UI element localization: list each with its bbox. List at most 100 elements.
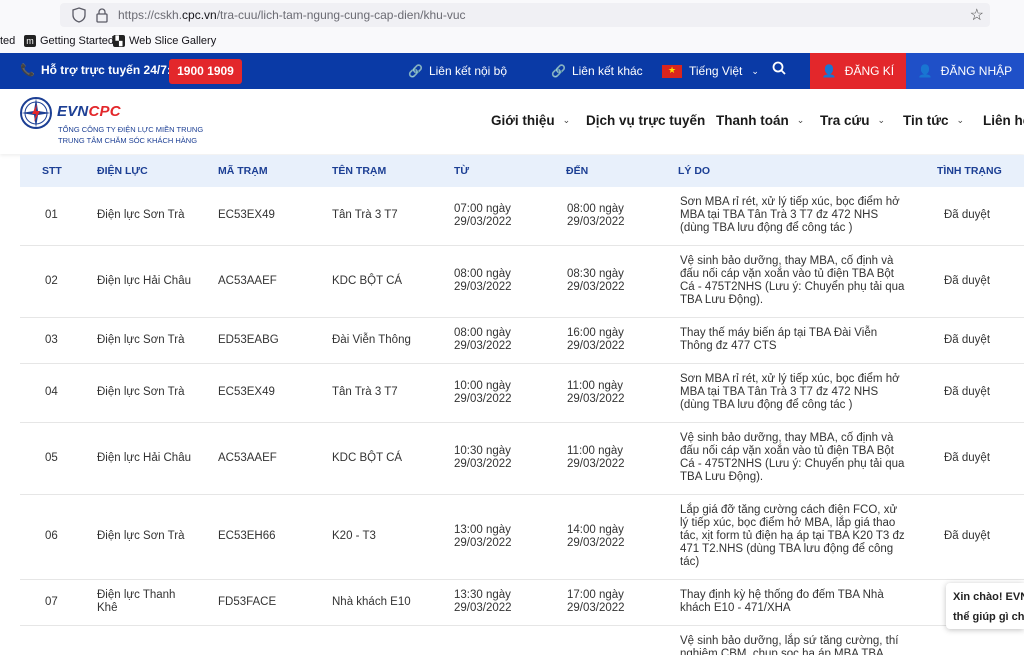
other-links[interactable]: 🔗 Liên kết khác xyxy=(551,64,643,78)
header-ma-tram: MÃ TRẠM xyxy=(218,165,268,177)
search-icon[interactable] xyxy=(772,61,786,78)
cell-ma-tram: ED53EABG xyxy=(218,334,279,346)
table-row: 07 Điện lực Thanh Khê FD53FACE Nhà khách… xyxy=(20,580,1024,626)
cell-dien-luc: Điện lực Sơn Trà xyxy=(97,209,185,221)
cell-ma-tram: AC53AAEF xyxy=(218,452,277,464)
cell-ly-do: Vệ sinh bảo dưỡng, lắp sứ tăng cường, th… xyxy=(680,635,899,655)
cell-dien-luc: Điện lực Hải Châu xyxy=(97,275,191,287)
table-row: 06 Điện lực Sơn Trà EC53EH66 K20 - T3 13… xyxy=(20,495,1024,580)
user-icon: 👤 xyxy=(917,64,933,78)
bookmarks-bar: ted m Getting Started ▚ Web Slice Gallery xyxy=(0,30,1024,53)
user-icon: 👤 xyxy=(821,64,837,78)
link-icon: 🔗 xyxy=(408,64,423,78)
cell-ly-do: Lắp giá đỡ tăng cường cách điện FCO, xử … xyxy=(680,504,905,568)
language-selector[interactable]: Tiếng Việt⌄ xyxy=(662,64,759,78)
cell-dien-luc: Điện lực Sơn Trà xyxy=(97,530,185,542)
cell-stt: 06 xyxy=(45,530,58,542)
table-row: 03 Điện lực Sơn Trà ED53EABG Đài Viễn Th… xyxy=(20,318,1024,364)
cell-tu: 08:00 ngày 29/03/2022 xyxy=(454,268,512,293)
evn-logo-icon[interactable] xyxy=(19,96,53,130)
url-field[interactable]: https://cskh.cpc.vn/tra-cuu/lich-tam-ngu… xyxy=(60,3,990,27)
cell-den: 17:00 ngày 29/03/2022 xyxy=(567,589,625,614)
cell-stt: 05 xyxy=(45,452,58,464)
cell-den: 08:00 ngày 29/03/2022 xyxy=(567,203,625,228)
web-slice-icon: ▚ xyxy=(113,35,125,47)
cell-ly-do: Thay thế máy biến áp tại TBA Đài Viễn Th… xyxy=(680,327,878,352)
cell-den: 08:30 ngày 29/03/2022 xyxy=(567,268,625,293)
header-ly-do: LÝ DO xyxy=(678,165,711,177)
vietnam-flag-icon xyxy=(662,64,682,78)
cell-tinh-trang: Đã duyệt xyxy=(944,530,991,542)
chevron-down-icon: ⌄ xyxy=(956,115,965,125)
bookmark-getting-started[interactable]: m Getting Started xyxy=(24,35,114,47)
cell-dien-luc: Điện lực Sơn Trà xyxy=(97,334,185,346)
cell-tu: 10:00 ngày 29/03/2022 xyxy=(454,380,512,405)
header-tinh-trang: TÌNH TRẠNG xyxy=(937,165,1002,177)
chat-greeting-line1: Xin chào! EVN xyxy=(953,591,1024,603)
chat-greeting-line2: thể giúp gì ch xyxy=(953,611,1024,623)
table-row: 05 Điện lực Hải Châu AC53AAEF KDC BỘT CÁ… xyxy=(20,423,1024,495)
login-button[interactable]: 👤 ĐĂNG NHẬP xyxy=(906,53,1024,89)
cell-ma-tram: EC53EX49 xyxy=(218,209,275,221)
main-navbar: EVNCPC TỔNG CÔNG TY ĐIỆN LỰC MIỀN TRUNG … xyxy=(0,89,1024,154)
cell-stt: 01 xyxy=(45,209,58,221)
header-tu: TỪ xyxy=(454,165,470,177)
cell-stt: 07 xyxy=(45,596,58,608)
header-ten-tram: TÊN TRẠM xyxy=(332,165,387,177)
cell-stt: 04 xyxy=(45,386,58,398)
cell-ly-do: Vệ sinh bảo dưỡng, thay MBA, cố định và … xyxy=(680,432,905,483)
nav-thanh-toan[interactable]: Thanh toán ⌄ xyxy=(716,113,804,128)
cell-tu: 10:30 ngày 29/03/2022 xyxy=(454,445,512,470)
cell-tinh-trang: Đã duyệt xyxy=(944,452,991,464)
cell-dien-luc: Điện lực Hải Châu xyxy=(97,452,191,464)
nav-tin-tuc[interactable]: Tin tức ⌄ xyxy=(903,113,964,128)
cell-ly-do: Vệ sinh bảo dưỡng, thay MBA, cố định và … xyxy=(680,255,905,306)
cell-tu: 13:30 ngày 29/03/2022 xyxy=(454,589,512,614)
cell-ly-do: Sơn MBA rỉ rét, xử lý tiếp xúc, bọc điểm… xyxy=(680,373,900,411)
cell-tinh-trang: Đã duyệt xyxy=(944,334,991,346)
cell-ten-tram: Tân Trà 3 T7 xyxy=(332,386,398,398)
cell-stt: 03 xyxy=(45,334,58,346)
cell-ma-tram: FD53FACE xyxy=(218,596,277,608)
table-row: Vệ sinh bảo dưỡng, lắp sứ tăng cường, th… xyxy=(20,626,1024,655)
table-row: 02 Điện lực Hải Châu AC53AAEF KDC BỘT CÁ… xyxy=(20,246,1024,318)
cell-ly-do: Thay định kỳ hệ thống đo đếm TBA Nhà khá… xyxy=(680,589,884,614)
cell-dien-luc: Điện lực Thanh Khê xyxy=(97,589,176,614)
cell-ten-tram: Tân Trà 3 T7 xyxy=(332,209,398,221)
cell-tu: 13:00 ngày 29/03/2022 xyxy=(454,524,512,549)
internal-links[interactable]: 🔗 Liên kết nội bộ xyxy=(408,64,507,78)
lock-icon[interactable] xyxy=(95,7,109,23)
cell-stt: 02 xyxy=(45,275,58,287)
top-bar: 📞 Hỗ trợ trực tuyến 24/7: 1900 1909 🔗 Liê… xyxy=(0,53,1024,89)
table-header: STT ĐIỆN LỰC MÃ TRẠM TÊN TRẠM TỪ ĐẾN LÝ … xyxy=(20,155,1024,187)
cell-tinh-trang: Đã duyệt xyxy=(944,275,991,287)
register-button[interactable]: 👤 ĐĂNG KÍ xyxy=(810,53,906,89)
nav-gioi-thieu[interactable]: Giới thiệu ⌄ xyxy=(491,113,570,128)
nav-dich-vu[interactable]: Dịch vụ trực tuyến xyxy=(586,113,705,128)
chat-greeting-popup[interactable]: Xin chào! EVN thể giúp gì ch xyxy=(946,583,1024,629)
cell-ly-do: Sơn MBA rỉ rét, xử lý tiếp xúc, bọc điểm… xyxy=(680,196,900,234)
shield-icon[interactable] xyxy=(72,7,86,23)
chevron-down-icon: ⌄ xyxy=(796,115,805,125)
cell-ma-tram: AC53AAEF xyxy=(218,275,277,287)
cell-tu: 07:00 ngày 29/03/2022 xyxy=(454,203,512,228)
bookmark-item[interactable]: ted xyxy=(0,35,15,47)
nav-tra-cuu[interactable]: Tra cứu ⌄ xyxy=(820,113,885,128)
bookmark-star-icon[interactable]: ☆ xyxy=(970,5,984,25)
cell-ma-tram: EC53EH66 xyxy=(218,530,276,542)
bookmark-web-slice-gallery[interactable]: ▚ Web Slice Gallery xyxy=(113,35,216,47)
support-label: 📞 Hỗ trợ trực tuyến 24/7: xyxy=(20,63,171,77)
mdn-icon: m xyxy=(24,35,36,47)
header-stt: STT xyxy=(42,165,62,177)
table-row: 04 Điện lực Sơn Trà EC53EX49 Tân Trà 3 T… xyxy=(20,364,1024,423)
nav-lien-he[interactable]: Liên hệ xyxy=(983,113,1024,128)
cell-ten-tram: Nhà khách E10 xyxy=(332,596,411,608)
cell-den: 11:00 ngày 29/03/2022 xyxy=(567,445,625,470)
cell-tinh-trang: Đã duyệt xyxy=(944,209,991,221)
cell-ten-tram: KDC BỘT CÁ xyxy=(332,452,403,464)
cell-den: 16:00 ngày 29/03/2022 xyxy=(567,327,625,352)
logo-wordmark[interactable]: EVNCPC xyxy=(57,103,121,120)
cell-ma-tram: EC53EX49 xyxy=(218,386,275,398)
hotline-button[interactable]: 1900 1909 xyxy=(169,59,242,84)
phone-icon: 📞 xyxy=(20,63,35,77)
